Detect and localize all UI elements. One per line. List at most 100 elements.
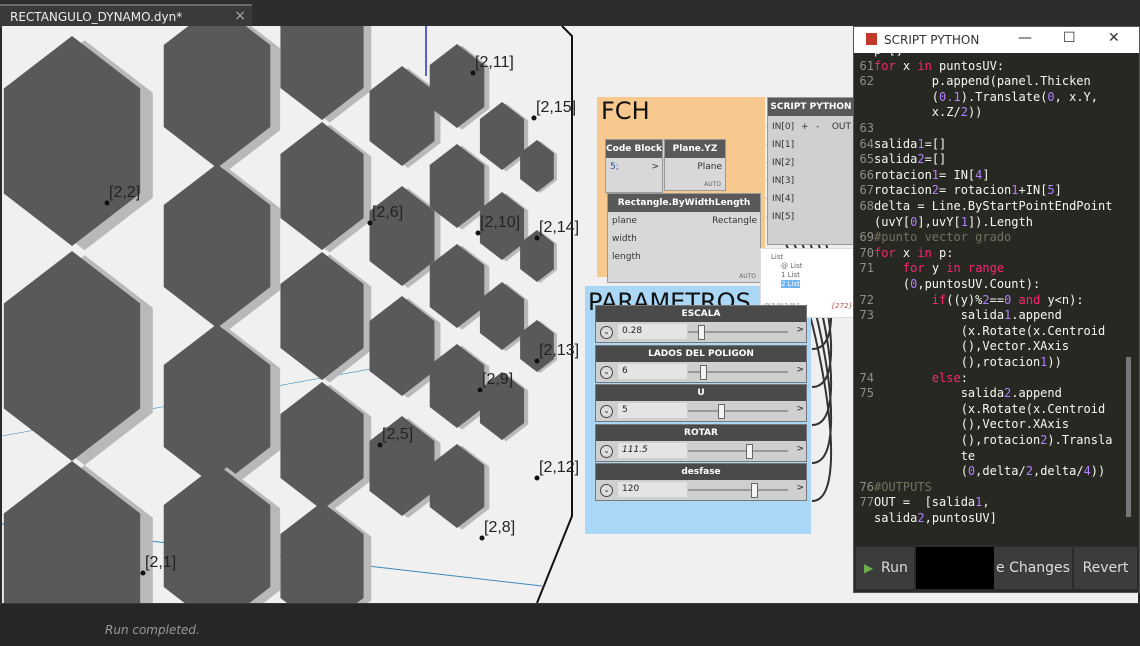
slider-output[interactable]: >: [796, 404, 804, 414]
close-icon[interactable]: ✕: [1108, 30, 1120, 46]
python-editor-window[interactable]: SCRIPT PYTHON — ☐ ✕ p=[]61for x in punto…: [853, 26, 1140, 593]
code-scrollbar[interactable]: [1126, 357, 1131, 517]
slider-thumb[interactable]: [718, 404, 725, 419]
code-line[interactable]: te: [874, 449, 975, 463]
slider-escala[interactable]: ESCALA ⌄ 0.28 >: [595, 305, 807, 343]
code-line[interactable]: for x in puntosUV:: [874, 59, 1004, 73]
slider-value[interactable]: 0.28: [618, 324, 687, 339]
code-line[interactable]: (),Vector.XAxis: [874, 339, 1069, 353]
slider-thumb[interactable]: [700, 365, 707, 380]
input-in4[interactable]: IN[4]: [772, 194, 794, 204]
input-plane[interactable]: plane: [612, 216, 637, 226]
code-block-node[interactable]: Code Block 5; >: [605, 139, 663, 193]
code-line[interactable]: x.Z/2)): [874, 105, 983, 119]
black-overlay: [916, 547, 994, 589]
slider-u[interactable]: U ⌄ 5 >: [595, 384, 807, 422]
slider-value[interactable]: 6: [618, 364, 687, 379]
code-line[interactable]: (0,delta/2,delta/4)): [874, 464, 1106, 478]
chevron-down-icon[interactable]: ⌄: [600, 405, 613, 418]
code-line[interactable]: (),Vector.XAxis: [874, 417, 1069, 431]
preview-line: @ List: [781, 262, 803, 270]
code-line[interactable]: for y in range: [874, 261, 1004, 275]
slider-output[interactable]: >: [796, 483, 804, 493]
slider-output[interactable]: >: [796, 365, 804, 375]
script-output[interactable]: OUT: [832, 122, 851, 132]
code-block-output[interactable]: >: [651, 162, 659, 172]
code-line[interactable]: (),rotacion2).Transla: [874, 433, 1113, 447]
code-editor[interactable]: p=[]61for x in puntosUV:62 p.append(pane…: [854, 53, 1124, 561]
input-width[interactable]: width: [612, 234, 637, 244]
code-line[interactable]: #punto vector grado: [874, 230, 1011, 244]
code-line[interactable]: (0.1).Translate(0, x.Y,: [874, 90, 1098, 104]
slider-desfase[interactable]: desfase ⌄ 120 >: [595, 463, 807, 501]
slider-output[interactable]: >: [796, 325, 804, 335]
plane-output[interactable]: Plane: [697, 162, 722, 172]
input-in2[interactable]: IN[2]: [772, 158, 794, 168]
slider-value[interactable]: 111.5: [618, 443, 687, 458]
code-line[interactable]: delta = Line.ByStartPointEndPoint: [874, 199, 1112, 213]
point-label: [2,12]: [539, 459, 579, 476]
input-length[interactable]: length: [612, 252, 641, 262]
code-line[interactable]: rotacion2= rotacion1+IN[5]: [874, 183, 1062, 197]
line-number: 76: [859, 479, 874, 494]
run-button[interactable]: ▶ Run: [856, 547, 914, 589]
revert-button[interactable]: Revert: [1074, 547, 1137, 589]
code-line[interactable]: p.append(panel.Thicken: [874, 74, 1091, 88]
slider-track[interactable]: [688, 489, 788, 491]
save-changes-button[interactable]: e Changes: [994, 547, 1072, 589]
code-line[interactable]: salida1.append: [874, 308, 1062, 322]
slider-rotar[interactable]: ROTAR ⌄ 111.5 >: [595, 424, 807, 462]
code-line[interactable]: salida2,puntosUV]: [874, 511, 997, 525]
chevron-down-icon[interactable]: ⌄: [600, 445, 613, 458]
slider-value[interactable]: 5: [618, 403, 687, 418]
close-tab-icon[interactable]: ×: [234, 8, 246, 24]
input-in1[interactable]: IN[1]: [772, 140, 794, 150]
point-label: [2,14]: [539, 219, 579, 236]
code-block-value[interactable]: 5;: [610, 162, 619, 172]
code-line[interactable]: rotacion1= IN[4]: [874, 168, 990, 182]
slider-output[interactable]: >: [796, 444, 804, 454]
code-line[interactable]: OUT = [salida1,: [874, 495, 990, 509]
code-line[interactable]: salida2.append: [874, 386, 1062, 400]
input-in0[interactable]: IN[0]: [772, 122, 794, 132]
minimize-icon[interactable]: —: [1018, 30, 1032, 46]
point-marker: [479, 535, 485, 541]
code-line[interactable]: p=[]: [874, 53, 903, 57]
tab-bar: RECTANGULO_DYNAMO.dyn* ×: [0, 0, 1140, 28]
chevron-down-icon[interactable]: ⌄: [600, 484, 613, 497]
code-line[interactable]: salida2=[]: [874, 152, 946, 166]
code-line[interactable]: (x.Rotate(x.Centroid: [874, 324, 1106, 338]
code-line[interactable]: for x in p:: [874, 246, 954, 260]
point-label: [2,13]: [539, 342, 579, 359]
slider-thumb[interactable]: [746, 444, 753, 459]
input-in5[interactable]: IN[5]: [772, 212, 794, 222]
code-line[interactable]: (uvY[0],uvY[1]).Length: [874, 215, 1033, 229]
rectangle-node[interactable]: Rectangle.ByWidthLength plane width leng…: [607, 193, 761, 283]
code-line[interactable]: salida1=[]: [874, 137, 946, 151]
slider-track[interactable]: [688, 410, 788, 412]
input-in3[interactable]: IN[3]: [772, 176, 794, 186]
point-label: [2,15]: [536, 99, 576, 116]
rectangle-output[interactable]: Rectangle: [712, 216, 757, 226]
chevron-down-icon[interactable]: ⌄: [600, 326, 613, 339]
maximize-icon[interactable]: ☐: [1063, 30, 1076, 46]
file-tab[interactable]: RECTANGULO_DYNAMO.dyn* ×: [0, 4, 252, 28]
add-input-button[interactable]: +: [801, 122, 809, 132]
code-line[interactable]: else:: [874, 371, 968, 385]
remove-input-button[interactable]: -: [816, 122, 819, 132]
slider-value[interactable]: 120: [618, 482, 687, 497]
script-python-node[interactable]: SCRIPT PYTHON IN[0] IN[1] IN[2] IN[3] IN…: [767, 97, 855, 245]
code-line[interactable]: (x.Rotate(x.Centroid: [874, 402, 1106, 416]
code-line[interactable]: (),rotacion1)): [874, 355, 1062, 369]
point-marker: [477, 387, 483, 393]
code-line[interactable]: if((y)%2==0 and y<n):: [874, 293, 1084, 307]
code-line[interactable]: #OUTPUTS: [874, 480, 932, 494]
plane-yz-node[interactable]: Plane.YZ Plane AUTO: [664, 139, 726, 191]
chevron-down-icon[interactable]: ⌄: [600, 366, 613, 379]
slider-thumb[interactable]: [751, 483, 758, 498]
slider-track[interactable]: [688, 450, 788, 452]
slider-lados-del-poligon[interactable]: LADOS DEL POLIGON ⌄ 6 >: [595, 345, 807, 383]
code-line[interactable]: (0,puntosUV.Count):: [874, 277, 1040, 291]
slider-thumb[interactable]: [698, 325, 705, 340]
line-number: 70: [859, 245, 874, 260]
